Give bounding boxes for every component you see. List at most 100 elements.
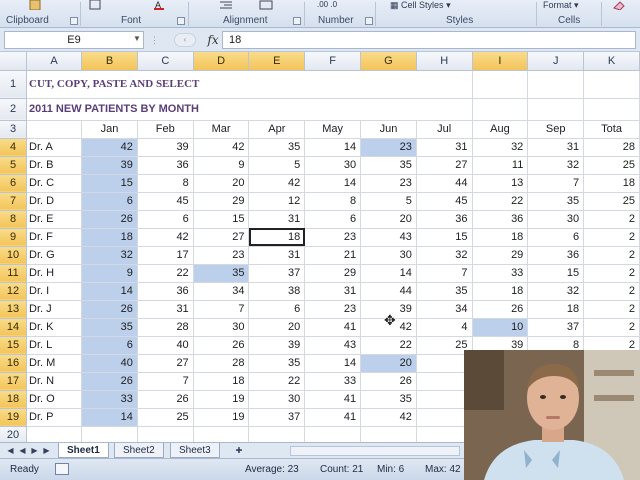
value-cell[interactable]: 2	[583, 300, 640, 319]
value-cell[interactable]: 36	[527, 246, 585, 265]
decimal-icon[interactable]: .00 .0	[317, 0, 337, 12]
month-header[interactable]: Mar	[193, 120, 250, 139]
value-cell[interactable]: 31	[137, 300, 194, 319]
name-box[interactable]: E9	[4, 31, 144, 49]
value-cell[interactable]: 30	[527, 210, 585, 229]
doctor-name[interactable]: Dr. I	[26, 282, 83, 301]
value-cell[interactable]: 27	[416, 156, 473, 175]
tab-sheet1[interactable]: Sheet1	[58, 443, 109, 458]
value-cell[interactable]: 36	[472, 210, 529, 229]
column-header-e[interactable]: E	[248, 52, 306, 71]
row-header[interactable]: 3	[0, 120, 28, 139]
doctor-name[interactable]: Dr. O	[26, 390, 83, 409]
value-cell[interactable]: 15	[81, 174, 138, 193]
value-cell[interactable]: 18	[527, 300, 585, 319]
column-header-a[interactable]: A	[26, 52, 83, 71]
value-cell[interactable]: 32	[527, 282, 585, 301]
value-cell[interactable]: 7	[527, 174, 585, 193]
value-cell[interactable]: 12	[248, 192, 306, 211]
value-cell[interactable]: 36	[137, 156, 194, 175]
column-header-c[interactable]: C	[137, 52, 194, 71]
value-cell[interactable]: 42	[248, 174, 306, 193]
value-cell[interactable]: 4	[416, 318, 473, 337]
row-header[interactable]: 6	[0, 174, 28, 193]
value-cell[interactable]: 2	[583, 228, 640, 247]
sheet-title[interactable]: CUT, COPY, PASTE AND SELECT	[26, 70, 473, 99]
value-cell[interactable]: 18	[193, 372, 250, 391]
value-cell[interactable]: 35	[360, 390, 417, 409]
value-cell[interactable]: 35	[81, 318, 138, 337]
value-cell[interactable]: 33	[472, 264, 529, 283]
column-header-k[interactable]: K	[583, 52, 640, 71]
value-cell[interactable]: 36	[416, 210, 473, 229]
insert-sheet-icon[interactable]: ✚	[232, 445, 246, 456]
value-cell[interactable]: 40	[137, 336, 194, 355]
column-header-g[interactable]: G	[360, 52, 417, 71]
doctor-name[interactable]: Dr. D	[26, 192, 83, 211]
value-cell[interactable]: 42	[193, 138, 250, 157]
value-cell[interactable]: 43	[360, 228, 417, 247]
value-cell[interactable]: 9	[81, 264, 138, 283]
value-cell[interactable]: 42	[360, 408, 417, 427]
month-header[interactable]: Jul	[416, 120, 473, 139]
tab-sheet2[interactable]: Sheet2	[114, 443, 164, 458]
value-cell[interactable]: 28	[137, 318, 194, 337]
value-cell[interactable]: 6	[248, 300, 306, 319]
value-cell[interactable]: 27	[137, 354, 194, 373]
value-cell[interactable]: 22	[360, 336, 417, 355]
column-header-h[interactable]: H	[416, 52, 473, 71]
value-cell[interactable]: 18	[81, 228, 138, 247]
cell[interactable]	[304, 426, 362, 442]
doctor-name[interactable]: Dr. L	[26, 336, 83, 355]
value-cell[interactable]: 29	[304, 264, 362, 283]
value-cell[interactable]: 2	[583, 264, 640, 283]
value-cell[interactable]: 39	[137, 138, 194, 157]
month-header[interactable]: Apr	[248, 120, 306, 139]
value-cell[interactable]: 35	[248, 354, 306, 373]
formula-input[interactable]: 18	[222, 31, 636, 49]
column-header-j[interactable]: J	[527, 52, 585, 71]
clipboard-launcher-icon[interactable]	[70, 17, 78, 25]
merge-icon[interactable]	[259, 0, 273, 12]
cell[interactable]	[81, 426, 138, 442]
cell[interactable]	[26, 426, 83, 442]
value-cell[interactable]: 34	[416, 300, 473, 319]
row-header[interactable]: 14	[0, 318, 28, 337]
font-color-icon[interactable]: A	[153, 0, 167, 12]
value-cell[interactable]: 6	[137, 210, 194, 229]
row-header[interactable]: 15	[0, 336, 28, 355]
value-cell[interactable]: 2	[583, 282, 640, 301]
doctor-name[interactable]: Dr. F	[26, 228, 83, 247]
value-cell[interactable]: 23	[360, 138, 417, 157]
doctor-name[interactable]: Dr. A	[26, 138, 83, 157]
value-cell[interactable]: 45	[137, 192, 194, 211]
row-header[interactable]: 9	[0, 228, 28, 247]
month-header[interactable]: May	[304, 120, 362, 139]
next-sheet-icon[interactable]: ▶	[30, 445, 39, 456]
value-cell[interactable]: 44	[360, 282, 417, 301]
value-cell[interactable]: 18	[583, 174, 640, 193]
value-cell[interactable]: 25	[583, 156, 640, 175]
clear-icon[interactable]	[612, 0, 626, 12]
value-cell[interactable]: 7	[193, 300, 250, 319]
value-cell[interactable]: 6	[304, 210, 362, 229]
cell[interactable]	[527, 98, 585, 121]
column-header-b[interactable]: B	[81, 52, 138, 71]
chevron-down-icon[interactable]: ▼	[133, 34, 141, 43]
value-cell[interactable]: 30	[304, 156, 362, 175]
value-cell[interactable]: 37	[248, 408, 306, 427]
value-cell[interactable]: 19	[193, 408, 250, 427]
value-cell[interactable]: 26	[360, 372, 417, 391]
doctor-name[interactable]: Dr. G	[26, 246, 83, 265]
value-cell[interactable]: 38	[248, 282, 306, 301]
value-cell[interactable]: 44	[416, 174, 473, 193]
column-header-f[interactable]: F	[304, 52, 362, 71]
value-cell[interactable]: 39	[248, 336, 306, 355]
doctor-name[interactable]: Dr. J	[26, 300, 83, 319]
value-cell[interactable]: 21	[304, 246, 362, 265]
value-cell[interactable]: 29	[472, 246, 529, 265]
value-cell[interactable]: 30	[248, 390, 306, 409]
number-launcher-icon[interactable]	[365, 17, 373, 25]
select-all-corner[interactable]	[0, 52, 28, 71]
row-header[interactable]: 4	[0, 138, 28, 157]
